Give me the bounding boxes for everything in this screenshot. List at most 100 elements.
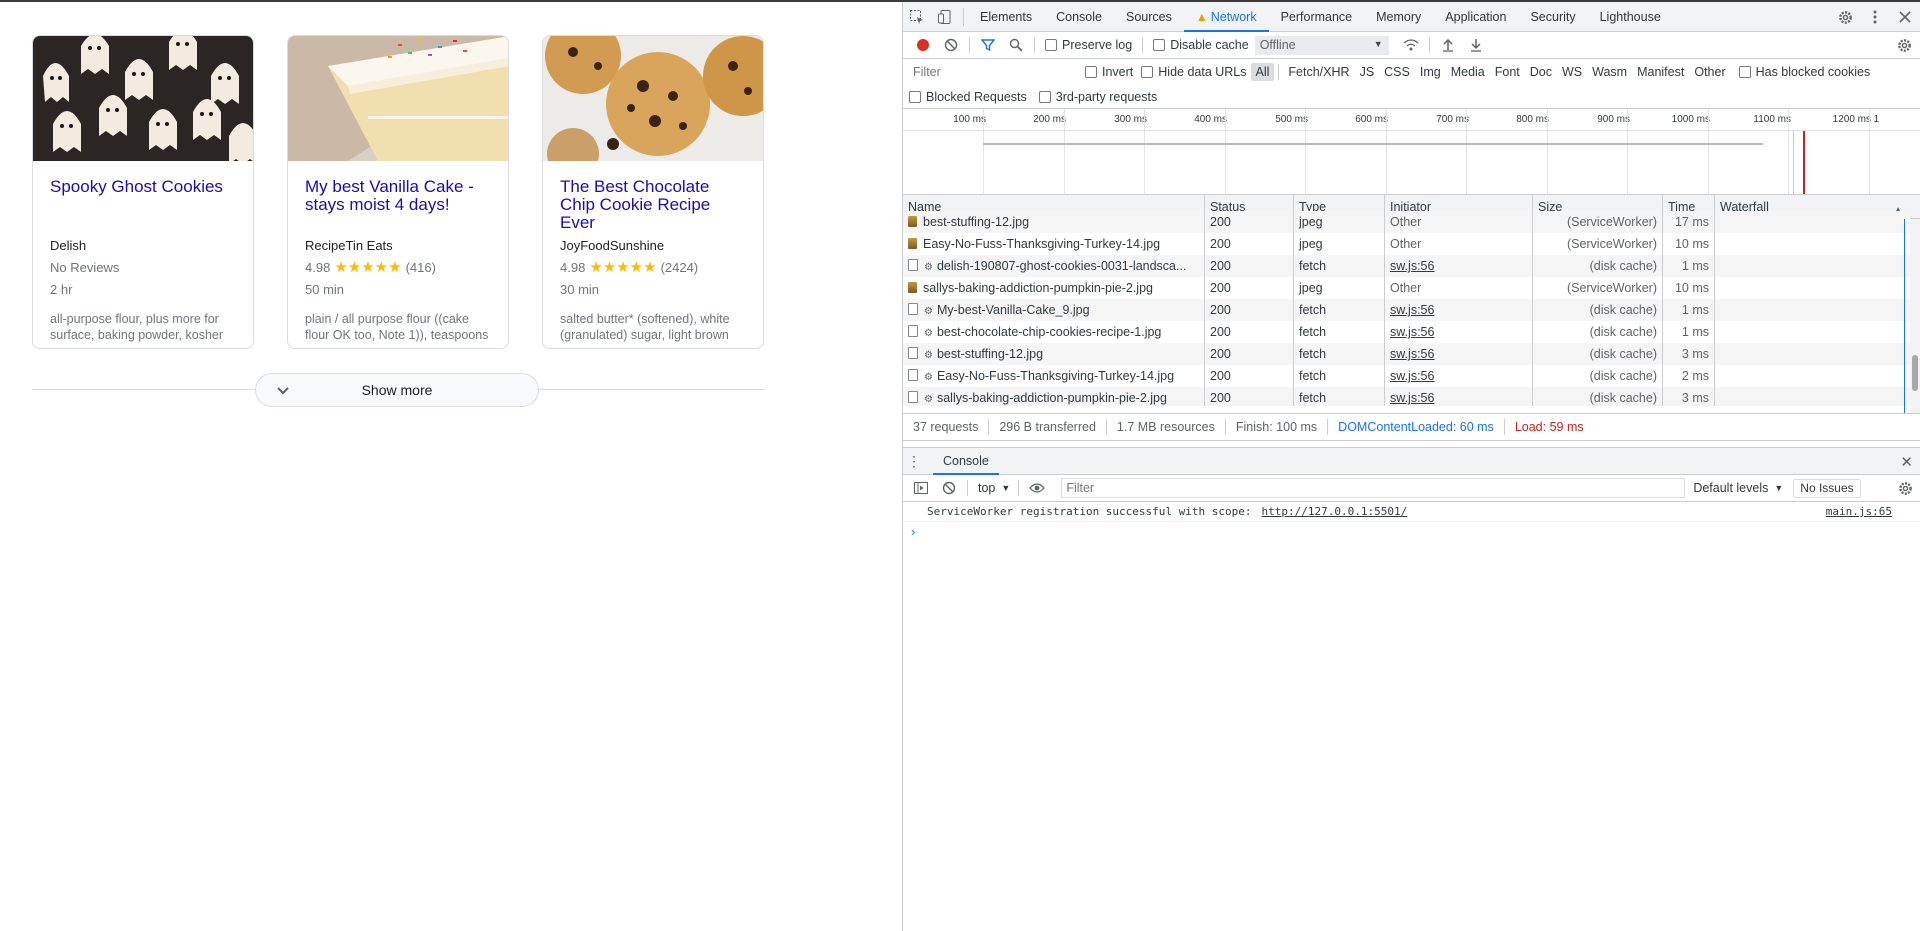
- filter-type-ws[interactable]: WS: [1557, 63, 1587, 81]
- filter-type-all[interactable]: All: [1250, 63, 1275, 81]
- request-initiator[interactable]: sw.js:56: [1385, 343, 1533, 365]
- network-filter-input[interactable]: [909, 62, 1079, 82]
- blocked-requests-checkbox[interactable]: Blocked Requests: [909, 90, 1027, 104]
- context-selector[interactable]: top ▼: [978, 481, 1010, 495]
- has-blocked-cookies-checkbox[interactable]: Has blocked cookies: [1738, 65, 1870, 79]
- recipe-title-link[interactable]: My best Vanilla Cake - stays moist 4 day…: [305, 178, 491, 228]
- third-party-checkbox[interactable]: 3rd-party requests: [1038, 90, 1157, 104]
- tab-network[interactable]: ▲ Network: [1183, 2, 1269, 32]
- request-name[interactable]: ⚙ sallys-baking-addiction-pumpkin-pie-2.j…: [903, 387, 1205, 406]
- recipe-image-vanilla-cake[interactable]: [288, 36, 508, 161]
- more-options-icon[interactable]: [1860, 2, 1890, 32]
- tab-sources[interactable]: Sources: [1114, 2, 1184, 32]
- table-row[interactable]: ⚙ Easy-No-Fuss-Thanksgiving-Turkey-14.jpg…: [903, 365, 1911, 387]
- request-name[interactable]: ⚙ My-best-Vanilla-Cake_9.jpg: [903, 299, 1205, 321]
- request-name[interactable]: ⚙ delish-190807-ghost-cookies-0031-landsc…: [903, 255, 1205, 277]
- request-name[interactable]: ⚙ best-chocolate-chip-cookies-recipe-1.jp…: [903, 321, 1205, 343]
- table-row[interactable]: ⚙ sallys-baking-addiction-pumpkin-pie-2.j…: [903, 387, 1911, 406]
- inspect-element-icon[interactable]: [903, 2, 931, 32]
- checkbox-box[interactable]: [1085, 66, 1097, 78]
- recipe-card[interactable]: My best Vanilla Cake - stays moist 4 day…: [287, 35, 509, 349]
- request-initiator[interactable]: sw.js:56: [1385, 387, 1533, 406]
- checkbox-box[interactable]: [1153, 39, 1166, 51]
- console-filter-input[interactable]: [1061, 478, 1686, 498]
- record-icon[interactable]: [909, 32, 937, 59]
- live-expression-eye-icon[interactable]: [1023, 475, 1051, 502]
- checkbox-box[interactable]: [1038, 90, 1051, 103]
- request-name[interactable]: ⚙ Easy-No-Fuss-Thanksgiving-Turkey-14.jpg: [903, 365, 1205, 387]
- settings-gear-icon[interactable]: [1830, 2, 1860, 32]
- request-name[interactable]: Easy-No-Fuss-Thanksgiving-Turkey-14.jpg: [903, 233, 1205, 255]
- table-row[interactable]: Easy-No-Fuss-Thanksgiving-Turkey-14.jpg 2…: [903, 233, 1911, 255]
- filter-type-js[interactable]: JS: [1355, 63, 1380, 81]
- network-overview-timeline[interactable]: 100 ms 200 ms 300 ms 400 ms 500 ms 600 m…: [903, 109, 1920, 195]
- recipe-image-chocolate-chip-cookies[interactable]: [543, 36, 763, 161]
- tab-security[interactable]: Security: [1518, 2, 1587, 32]
- request-initiator[interactable]: sw.js:56: [1385, 321, 1533, 343]
- request-name[interactable]: best-stuffing-12.jpg: [903, 211, 1205, 233]
- tab-performance[interactable]: Performance: [1269, 2, 1365, 32]
- tab-console[interactable]: Console: [1044, 2, 1114, 32]
- disable-cache-checkbox[interactable]: Disable cache: [1153, 38, 1249, 52]
- checkbox-box[interactable]: [1045, 39, 1057, 51]
- request-name[interactable]: sallys-baking-addiction-pumpkin-pie-2.jp…: [903, 277, 1205, 299]
- throttling-select[interactable]: Offline ▼: [1254, 35, 1389, 55]
- table-row[interactable]: best-stuffing-12.jpg 200 jpeg Other (Service…: [903, 211, 1911, 233]
- console-prompt-icon[interactable]: ›: [903, 522, 1920, 542]
- table-row[interactable]: ⚙ best-stuffing-12.jpg 200 fetch sw.js:56 (di…: [903, 343, 1911, 365]
- request-initiator[interactable]: sw.js:56: [1385, 255, 1533, 277]
- hide-data-urls-checkbox[interactable]: Hide data URLs: [1141, 65, 1247, 79]
- scrollbar-thumb[interactable]: [1912, 355, 1918, 391]
- filter-type-doc[interactable]: Doc: [1525, 63, 1557, 81]
- recipe-title-link[interactable]: Spooky Ghost Cookies: [50, 178, 236, 228]
- console-sidebar-icon[interactable]: [907, 475, 935, 502]
- drawer-tab-console[interactable]: Console: [933, 448, 999, 475]
- table-row[interactable]: ⚙ delish-190807-ghost-cookies-0031-landsc…: [903, 255, 1911, 277]
- tab-application[interactable]: Application: [1433, 2, 1518, 32]
- filter-type-fetch-xhr[interactable]: Fetch/XHR: [1283, 63, 1354, 81]
- filter-type-font[interactable]: Font: [1490, 63, 1525, 81]
- show-more-button[interactable]: Show more: [255, 373, 539, 407]
- checkbox-box[interactable]: [1738, 66, 1751, 78]
- invert-checkbox[interactable]: Invert: [1085, 65, 1133, 79]
- search-icon[interactable]: [1002, 32, 1030, 59]
- table-row[interactable]: ⚙ My-best-Vanilla-Cake_9.jpg 200 fetch sw.js…: [903, 299, 1911, 321]
- filter-type-wasm[interactable]: Wasm: [1587, 63, 1632, 81]
- preserve-log-checkbox[interactable]: Preserve log: [1045, 38, 1132, 52]
- filter-type-media[interactable]: Media: [1446, 63, 1490, 81]
- close-devtools-icon[interactable]: [1890, 2, 1920, 32]
- table-scrollbar[interactable]: [1910, 219, 1920, 413]
- request-initiator[interactable]: sw.js:56: [1385, 365, 1533, 387]
- close-drawer-icon[interactable]: ✕: [1900, 453, 1913, 471]
- tab-memory[interactable]: Memory: [1364, 2, 1433, 32]
- request-name[interactable]: ⚙ best-stuffing-12.jpg: [903, 343, 1205, 365]
- recipe-title-link[interactable]: The Best Chocolate Chip Cookie Recipe Ev…: [560, 178, 746, 232]
- tab-lighthouse[interactable]: Lighthouse: [1588, 2, 1673, 32]
- log-levels-select[interactable]: Default levels ▼: [1693, 481, 1783, 495]
- import-har-icon[interactable]: [1434, 32, 1462, 59]
- table-row[interactable]: ⚙ best-chocolate-chip-cookies-recipe-1.jp…: [903, 321, 1911, 343]
- console-settings-gear-icon[interactable]: [1891, 475, 1919, 502]
- filter-type-css[interactable]: CSS: [1379, 63, 1415, 81]
- tab-elements[interactable]: Elements: [968, 2, 1044, 32]
- recipe-card[interactable]: Spooky Ghost Cookies Delish No Reviews 2…: [32, 35, 254, 349]
- filter-icon[interactable]: [974, 32, 1002, 59]
- checkbox-box[interactable]: [909, 90, 921, 103]
- request-initiator[interactable]: sw.js:56: [1385, 299, 1533, 321]
- export-har-icon[interactable]: [1462, 32, 1490, 59]
- filter-type-other[interactable]: Other: [1689, 63, 1730, 81]
- clear-icon[interactable]: [937, 32, 965, 59]
- console-message-source-link[interactable]: main.js:65: [1826, 505, 1892, 518]
- table-row[interactable]: sallys-baking-addiction-pumpkin-pie-2.jp…: [903, 277, 1911, 299]
- filter-type-img[interactable]: Img: [1415, 63, 1446, 81]
- clear-console-icon[interactable]: [935, 475, 963, 502]
- console-message-link[interactable]: http://127.0.0.1:5501/: [1262, 505, 1408, 518]
- filter-type-manifest[interactable]: Manifest: [1632, 63, 1689, 81]
- recipe-card[interactable]: The Best Chocolate Chip Cookie Recipe Ev…: [542, 35, 764, 349]
- issues-button[interactable]: No Issues: [1793, 478, 1861, 498]
- recipe-image-ghost-cookies[interactable]: [33, 36, 253, 161]
- device-toolbar-icon[interactable]: [931, 2, 959, 32]
- network-conditions-icon[interactable]: [1397, 32, 1425, 59]
- network-settings-gear-icon[interactable]: [1890, 32, 1918, 59]
- checkbox-box[interactable]: [1141, 66, 1154, 78]
